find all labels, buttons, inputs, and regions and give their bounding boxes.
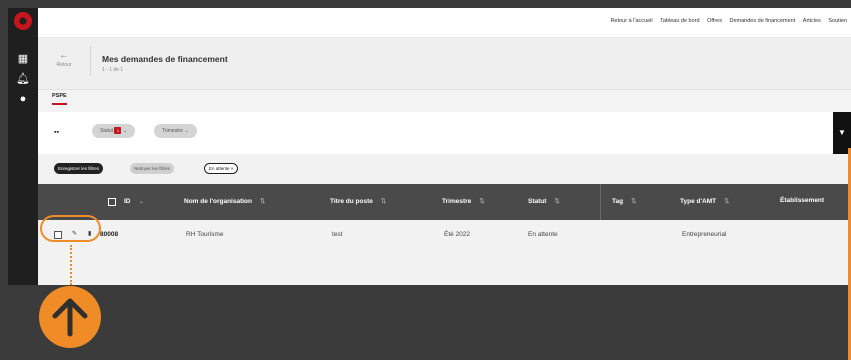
status-filter-label: Statut — [100, 128, 114, 134]
cell-trimestre: Été 2022 — [444, 231, 471, 238]
sort-icon: ⇅ — [260, 198, 266, 205]
tab-pspe[interactable]: PSPE — [52, 93, 67, 105]
col-tag-label: Tag — [612, 198, 624, 205]
column-divider — [600, 184, 601, 220]
dotted-pointer-line — [70, 245, 72, 285]
view-toggle-icon[interactable]: ▪▪ — [54, 129, 59, 136]
col-etablissement[interactable]: Établissement — [780, 197, 824, 204]
top-navigation: Retour à l'accueil Tableau de bord Offre… — [38, 8, 851, 38]
page-title: Mes demandes de financement — [102, 54, 228, 64]
col-tag[interactable]: Tag ⇅ — [612, 197, 637, 205]
col-id-label: ID — [124, 198, 131, 205]
select-all-checkbox[interactable] — [108, 198, 116, 206]
status-filter-count: 1 — [114, 127, 122, 135]
col-id[interactable]: ID ⌄ — [124, 197, 144, 205]
back-button[interactable]: ← Retour — [46, 50, 82, 68]
col-statut-label: Statut — [528, 198, 547, 205]
highlight-ring — [40, 215, 101, 242]
nav-funding-requests[interactable]: Demandes de financement — [730, 18, 796, 24]
brand-logo[interactable] — [14, 12, 32, 30]
nav-offers[interactable]: Offres — [707, 18, 722, 24]
chevron-down-icon: ⌄ — [122, 128, 128, 134]
side-rail: ▦ 🔔︎ ● — [8, 8, 38, 285]
nav-articles[interactable]: Articles — [803, 18, 821, 24]
arrow-left-icon: ← — [59, 50, 69, 61]
user-icon[interactable]: ● — [16, 92, 30, 106]
dashboard-icon[interactable]: ▦ — [16, 52, 30, 66]
col-poste[interactable]: Titre du poste ⇅ — [330, 197, 386, 205]
sort-icon: ⌄ — [138, 198, 144, 205]
result-count: 1 - 1 de 1 — [102, 67, 124, 73]
clear-filters-button[interactable]: Nettoyer les filtres — [130, 163, 175, 174]
back-label: Retour — [56, 62, 72, 68]
col-organisation[interactable]: Nom de l'organisation ⇅ — [184, 197, 265, 205]
page-header: ← Retour Mes demandes de financement 1 -… — [38, 38, 851, 90]
nav-dashboard[interactable]: Tableau de bord — [660, 18, 699, 24]
cell-statut: En attente — [528, 231, 558, 238]
sort-icon: ⇅ — [724, 198, 730, 205]
table-row[interactable]: ✎ ▮ 80008 RH Tourisme test Été 2022 En a… — [38, 220, 851, 250]
cell-type: Entrepreneurial — [682, 231, 727, 238]
sort-icon: ⇅ — [380, 198, 387, 205]
col-etablissement-label: Établissement — [780, 197, 825, 204]
filter-bar: ▪▪ Statut 1 ⌄ Trimestre ⌄ ▼ — [38, 112, 851, 154]
filter-actions: Enregistrer les filtres Nettoyer les fil… — [38, 154, 851, 184]
quarter-filter-label: Trimestre — [162, 128, 183, 134]
app-screen: ▦ 🔔︎ ● Retour à l'accueil Tableau de bor… — [8, 8, 851, 285]
pending-filter-chip[interactable]: En attente × — [204, 163, 239, 174]
tab-bar: PSPE — [38, 90, 851, 112]
col-organisation-label: Nom de l'organisation — [184, 198, 252, 205]
header-divider — [90, 46, 91, 76]
col-type[interactable]: Type d'AMT ⇅ — [680, 197, 730, 205]
status-filter[interactable]: Statut 1 ⌄ — [92, 124, 136, 138]
quarter-filter[interactable]: Trimestre ⌄ — [154, 124, 197, 138]
nav-home[interactable]: Retour à l'accueil — [611, 18, 653, 24]
cell-poste: test — [332, 231, 343, 238]
sort-icon: ⇅ — [631, 198, 637, 205]
save-filters-button[interactable]: Enregistrer les filtres — [54, 163, 104, 174]
arrow-up-icon — [39, 286, 101, 348]
col-trimestre-label: Trimestre — [442, 198, 472, 205]
nav-support[interactable]: Soutien — [828, 18, 847, 24]
sort-icon: ⇅ — [554, 198, 560, 205]
col-poste-label: Titre du poste — [330, 198, 373, 205]
col-trimestre[interactable]: Trimestre ⇅ — [442, 197, 485, 205]
cell-organisation: RH Tourisme — [186, 231, 224, 238]
cell-id: 80008 — [100, 231, 119, 238]
chevron-down-icon: ⌄ — [184, 128, 189, 134]
col-statut[interactable]: Statut ⇅ — [528, 197, 560, 205]
bell-icon[interactable]: 🔔︎ — [16, 72, 30, 86]
sort-icon: ⇅ — [479, 198, 485, 205]
table-header: ID ⌄ Nom de l'organisation ⇅ Titre du post… — [38, 184, 851, 220]
col-type-label: Type d'AMT — [680, 198, 717, 205]
